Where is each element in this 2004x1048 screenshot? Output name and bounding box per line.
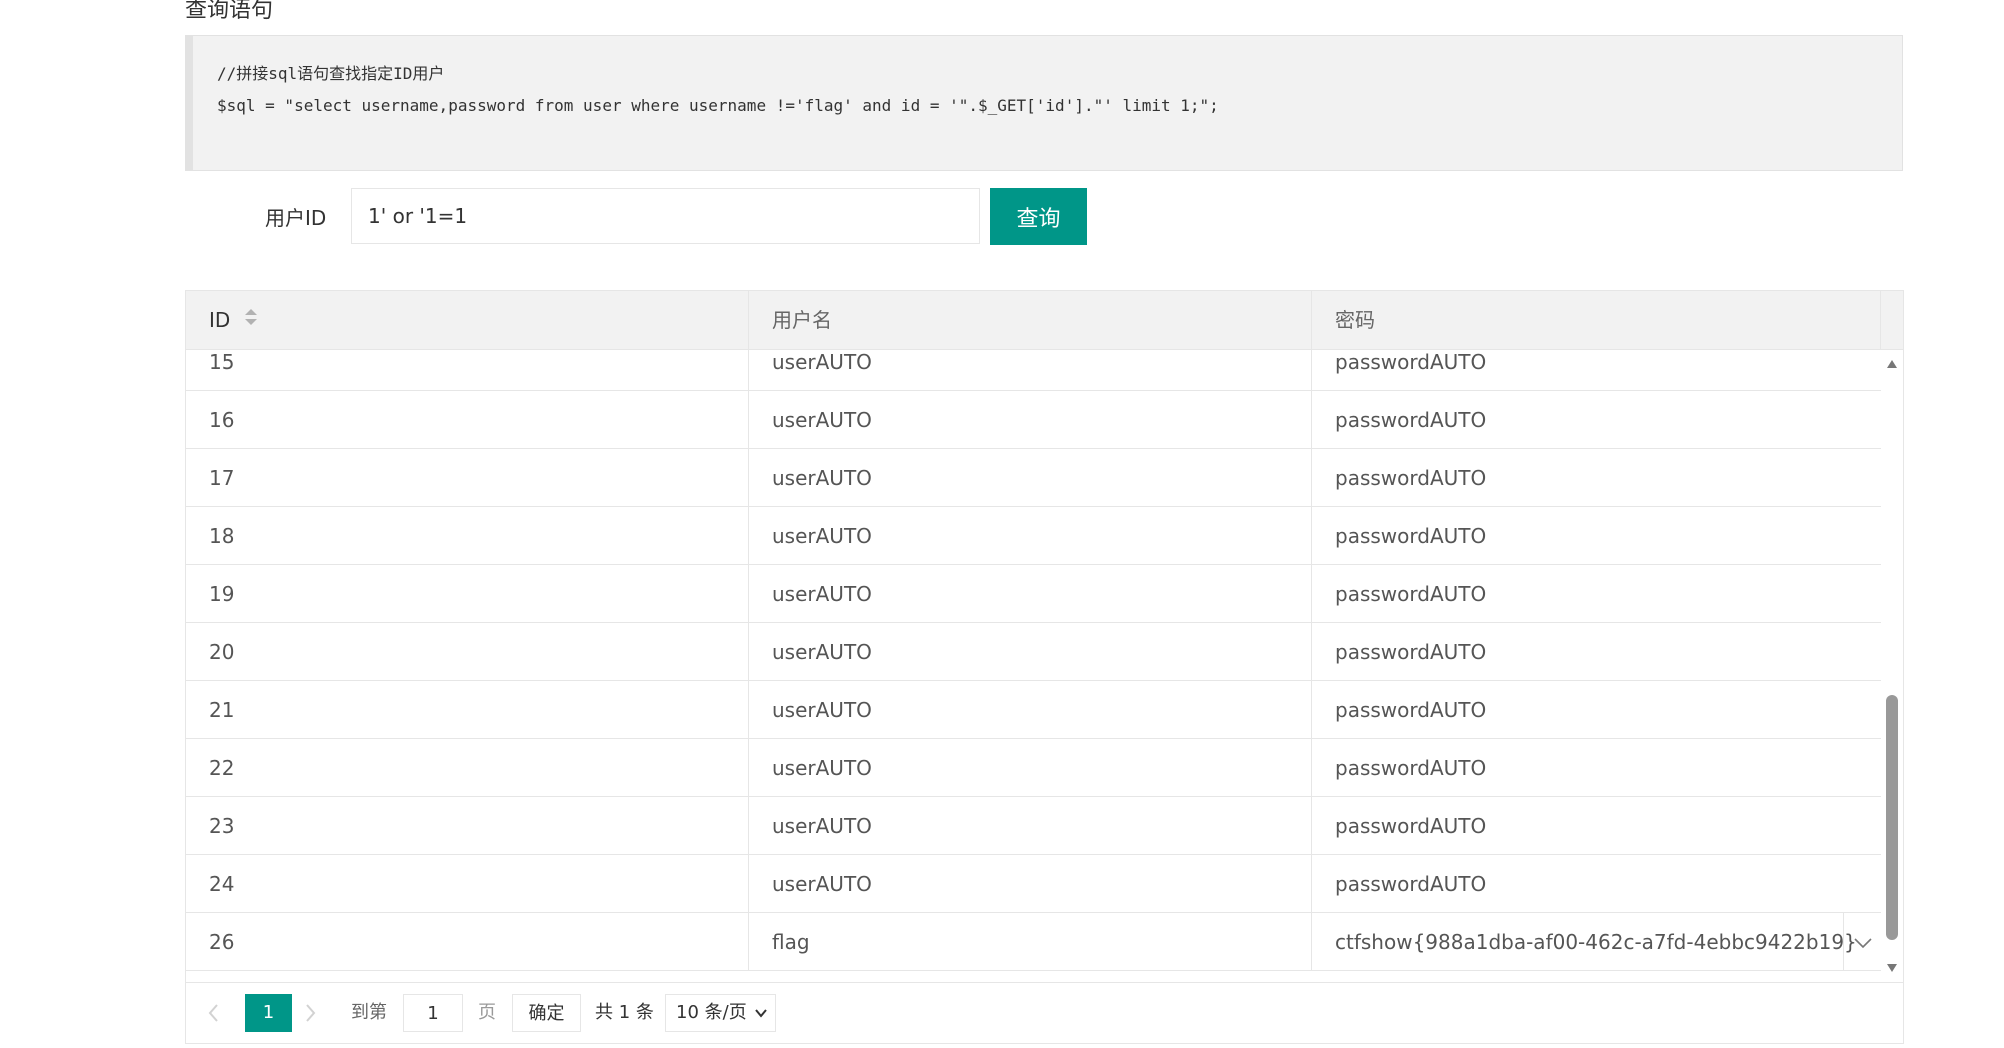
table-row: 20 userAUTO passwordAUTO [186, 623, 1881, 681]
table-scrollbar[interactable] [1881, 350, 1903, 982]
column-header-password: 密码 [1312, 291, 1881, 349]
cell-password: passwordAUTO [1335, 582, 1487, 606]
table-row: 18 userAUTO passwordAUTO [186, 507, 1881, 565]
cell-password: passwordAUTO [1335, 872, 1487, 896]
cell-password: ctfshow{988a1dba-af00-462c-a7fd-4ebbc942… [1312, 913, 1881, 971]
cell-username: userAUTO [749, 855, 1312, 913]
cell-username: userAUTO [749, 681, 1312, 739]
scroll-up-arrow-icon[interactable] [1886, 358, 1898, 370]
code-comment: //拼接sql语句查找指定ID用户 [217, 64, 445, 83]
table-row: 15 userAUTO passwordAUTO [186, 350, 1881, 391]
table-body: 15 userAUTO passwordAUTO 16 userAUTO password… [186, 350, 1881, 982]
code-statement: $sql = "select username,password from us… [217, 96, 1219, 115]
cell-id: 16 [186, 391, 749, 449]
cell-username: userAUTO [749, 350, 1312, 391]
cell-username: userAUTO [749, 565, 1312, 623]
cell-username: userAUTO [749, 739, 1312, 797]
header-scroll-gutter [1881, 291, 1903, 349]
table-row: 23 userAUTO passwordAUTO [186, 797, 1881, 855]
table-row: 19 userAUTO passwordAUTO [186, 565, 1881, 623]
query-button[interactable]: 查询 [990, 188, 1087, 245]
cell-id: 23 [186, 797, 749, 855]
cell-id: 15 [186, 350, 749, 391]
prev-page-icon[interactable] [206, 983, 230, 1043]
column-header-id[interactable]: ID [186, 291, 749, 349]
user-id-label: 用户ID [265, 206, 327, 230]
query-form: 用户ID 查询 [185, 186, 1185, 246]
cell-id: 18 [186, 507, 749, 565]
cell-username: userAUTO [749, 623, 1312, 681]
current-page-button[interactable]: 1 [245, 994, 292, 1032]
table-row: 24 userAUTO passwordAUTO [186, 855, 1881, 913]
cell-id: 22 [186, 739, 749, 797]
results-table: ID 用户名 密码 15 userAUTO passwordAUTO 16 userAU… [185, 290, 1904, 1044]
chevron-down-icon [755, 1009, 767, 1018]
cell-id: 19 [186, 565, 749, 623]
cell-id: 24 [186, 855, 749, 913]
scroll-thumb[interactable] [1886, 695, 1898, 940]
table-row: 16 userAUTO passwordAUTO [186, 391, 1881, 449]
pagination: 1 到第 页 确定 共 1 条 10 条/页 [186, 982, 1903, 1043]
cell-username: flag [749, 913, 1312, 971]
cell-password: passwordAUTO [1335, 814, 1487, 838]
column-header-username: 用户名 [749, 291, 1312, 349]
cell-password: passwordAUTO [1335, 698, 1487, 722]
table-header: ID 用户名 密码 [186, 291, 1903, 350]
user-id-input[interactable] [351, 188, 980, 244]
expand-cell-chevron-down-icon[interactable] [1843, 913, 1881, 970]
cell-password: passwordAUTO [1335, 466, 1487, 490]
code-block: //拼接sql语句查找指定ID用户 $sql = "select usernam… [185, 35, 1903, 171]
sort-icon[interactable] [244, 291, 258, 349]
goto-label: 到第 [351, 1002, 387, 1023]
page-size-select[interactable]: 10 条/页 [665, 994, 776, 1032]
cell-id: 26 [186, 913, 749, 971]
table-row: 17 userAUTO passwordAUTO [186, 449, 1881, 507]
cell-password: passwordAUTO [1335, 756, 1487, 780]
cell-password: passwordAUTO [1335, 408, 1487, 432]
cell-username: userAUTO [749, 449, 1312, 507]
cell-id: 21 [186, 681, 749, 739]
cell-password: passwordAUTO [1335, 640, 1487, 664]
cell-id: 17 [186, 449, 749, 507]
cell-id: 20 [186, 623, 749, 681]
cell-username: userAUTO [749, 507, 1312, 565]
goto-page-input[interactable] [403, 994, 463, 1032]
next-page-icon[interactable] [304, 983, 328, 1043]
table-rows: 15 userAUTO passwordAUTO 16 userAUTO password… [186, 350, 1881, 971]
table-row: 26 flag ctfshow{988a1dba-af00-462c-a7fd-4e… [186, 913, 1881, 971]
scroll-down-arrow-icon[interactable] [1886, 962, 1898, 974]
cell-password: passwordAUTO [1335, 524, 1487, 548]
table-row: 22 userAUTO passwordAUTO [186, 739, 1881, 797]
cell-username: userAUTO [749, 797, 1312, 855]
table-row: 21 userAUTO passwordAUTO [186, 681, 1881, 739]
cell-username: userAUTO [749, 391, 1312, 449]
section-title: 查询语句 [185, 0, 274, 23]
goto-confirm-button[interactable]: 确定 [512, 994, 581, 1032]
cell-password: passwordAUTO [1335, 350, 1487, 374]
total-count: 共 1 条 [595, 1002, 654, 1023]
page-unit-label: 页 [478, 1002, 496, 1023]
